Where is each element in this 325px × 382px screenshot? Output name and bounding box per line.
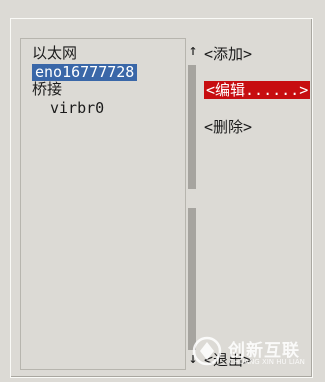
- scrollbar-track-upper[interactable]: [188, 65, 196, 189]
- quit-button[interactable]: <退出>: [204, 351, 252, 369]
- delete-button[interactable]: <删除>: [204, 118, 252, 136]
- list-group-ethernet: 以太网: [32, 44, 78, 62]
- scroll-down-arrow-icon[interactable]: ↓: [187, 350, 199, 366]
- device-list[interactable]: 以太网 eno16777728 桥接 virbr0 ↑ ↓: [20, 38, 198, 370]
- list-group-bridge: 桥接: [32, 80, 63, 98]
- edit-button[interactable]: <编辑......>: [204, 81, 311, 99]
- scroll-up-arrow-icon[interactable]: ↑: [187, 42, 199, 58]
- list-item-eno16777728[interactable]: eno16777728: [32, 64, 138, 81]
- add-button[interactable]: <添加>: [204, 45, 252, 63]
- scrollbar-track-lower[interactable]: [188, 208, 196, 350]
- list-item-virbr0[interactable]: virbr0: [50, 100, 104, 117]
